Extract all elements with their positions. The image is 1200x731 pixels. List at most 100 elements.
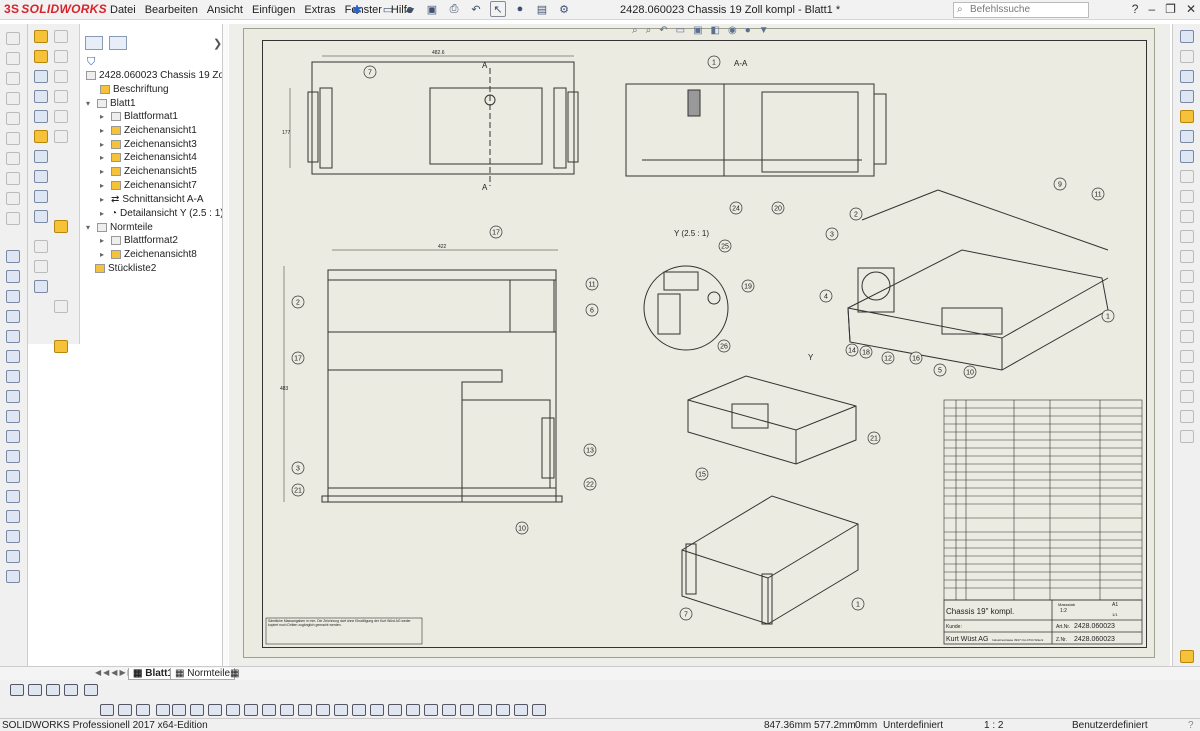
view-icon[interactable] (34, 190, 48, 203)
view-icon[interactable] (54, 220, 68, 233)
note-icon[interactable] (6, 330, 20, 343)
tree-node[interactable]: ▸ Blattformat1 (100, 111, 178, 122)
smart-dimension-icon[interactable] (6, 250, 20, 263)
balloon-icon[interactable] (6, 370, 20, 383)
front-view[interactable] (289, 55, 579, 186)
center-mark-icon[interactable] (6, 550, 20, 563)
view-icon[interactable] (34, 170, 48, 183)
tool-icon[interactable] (6, 32, 20, 45)
view-icon[interactable] (34, 280, 48, 293)
auto-balloon-icon[interactable] (6, 390, 20, 403)
zoom-fit-icon[interactable]: ⌕ (632, 25, 638, 36)
hide-show-icon[interactable]: ◉ (728, 25, 737, 36)
toolbar-tool-icon[interactable] (172, 704, 186, 716)
toolbar-tool-icon[interactable] (496, 704, 510, 716)
sketch-tool-icon[interactable] (1180, 270, 1194, 283)
toolbar-tool-icon[interactable] (28, 684, 42, 696)
toolbar-tool-icon[interactable] (156, 704, 170, 716)
filter-icon[interactable]: ⛉ (87, 56, 95, 69)
tree-node[interactable]: ▸ ◔ Detailansicht Y (2.5 : 1) (100, 208, 224, 219)
spell-check-icon[interactable] (6, 290, 20, 303)
view-icon[interactable] (54, 300, 68, 313)
menu-view[interactable]: Ansicht (207, 4, 243, 16)
save-icon[interactable]: ▣ (424, 1, 440, 17)
pane-splitter[interactable] (222, 24, 228, 684)
undo-icon[interactable]: ↶ (468, 1, 484, 17)
menu-edit[interactable]: Bearbeiten (145, 4, 198, 16)
section-view-a-a[interactable] (625, 83, 887, 177)
menu-insert[interactable]: Einfügen (252, 4, 295, 16)
tree-node[interactable]: ▸ Zeichenansicht7 (100, 180, 197, 191)
sketch-tool-icon[interactable] (1180, 370, 1194, 383)
traffic-light-icon[interactable]: ● (512, 1, 528, 17)
view-icon[interactable] (34, 210, 48, 223)
sketch-tool-icon[interactable] (1180, 410, 1194, 423)
tree-node[interactable]: ▸ Blattformat2 (100, 235, 178, 246)
toolbar-tool-icon[interactable] (136, 704, 150, 716)
feature-manager-tab[interactable] (85, 36, 103, 50)
view-icon[interactable] (34, 110, 48, 123)
sketch-tool-icon[interactable] (1180, 350, 1194, 363)
sketch-tool-icon[interactable] (1180, 390, 1194, 403)
surface-finish-icon[interactable] (6, 410, 20, 423)
print-icon[interactable]: ⎙ (446, 1, 462, 17)
design-library-icon[interactable] (1180, 50, 1194, 63)
view-icon[interactable] (34, 150, 48, 163)
hole-callout-icon[interactable] (6, 450, 20, 463)
command-search-input[interactable]: ⌕ Befehlssuche (953, 2, 1089, 18)
add-sheet-icon[interactable]: ▦ (230, 668, 239, 679)
view-icon[interactable] (34, 90, 48, 103)
view-icon[interactable] (54, 30, 68, 43)
zoom-area-icon[interactable]: ⌕ (646, 25, 652, 36)
tree-node[interactable]: ▸ Zeichenansicht1 (100, 125, 197, 136)
unit-system[interactable]: Benutzerdefiniert (1072, 720, 1148, 731)
view-settings-icon[interactable]: ▼ (759, 25, 769, 36)
sketch-tool-icon[interactable] (1180, 170, 1194, 183)
sketch-tool-icon[interactable] (1180, 430, 1194, 443)
tree-node[interactable]: ▸ Zeichenansicht3 (100, 139, 197, 150)
tree-node[interactable]: ▸ Zeichenansicht4 (100, 152, 197, 163)
view-icon[interactable] (34, 30, 48, 43)
view-orientation-icon[interactable]: ▣ (693, 25, 702, 36)
tool-icon[interactable] (6, 72, 20, 85)
sketch-tool-icon[interactable] (1180, 290, 1194, 303)
isometric-view-rear[interactable] (847, 189, 1109, 371)
tool-icon[interactable] (6, 132, 20, 145)
toolbar-tool-icon[interactable] (352, 704, 366, 716)
view-icon[interactable] (34, 240, 48, 253)
new-document-icon[interactable]: ▭ (380, 1, 396, 17)
datum-feature-icon[interactable] (6, 490, 20, 503)
toolbar-tool-icon[interactable] (10, 684, 24, 696)
toolbar-tool-icon[interactable] (280, 704, 294, 716)
view-icon[interactable] (34, 260, 48, 273)
plan-view[interactable] (283, 249, 563, 503)
toolbar-tool-icon[interactable] (64, 684, 78, 696)
appearances-icon[interactable] (1180, 110, 1194, 123)
toolbar-tool-icon[interactable] (100, 704, 114, 716)
help-icon[interactable]: ? (1188, 720, 1194, 731)
tool-icon[interactable] (6, 212, 20, 225)
close-icon[interactable]: ✕ (1186, 2, 1196, 16)
options-gear-icon[interactable]: ⚙ (556, 1, 572, 17)
view-icon[interactable] (54, 50, 68, 63)
layer-icon[interactable] (1180, 650, 1194, 663)
tree-node[interactable]: ▾ Blatt1 (86, 98, 136, 109)
forum-icon[interactable] (1180, 150, 1194, 163)
view-icon[interactable] (54, 130, 68, 143)
area-hatch-icon[interactable] (6, 530, 20, 543)
previous-view-icon[interactable]: ↶ (659, 25, 667, 36)
toolbar-tool-icon[interactable] (84, 684, 98, 696)
isometric-view-back[interactable] (687, 375, 857, 465)
toolbar-tool-icon[interactable] (244, 704, 258, 716)
minimize-icon[interactable]: – (1148, 2, 1155, 16)
pin-icon[interactable]: ✱ (352, 3, 362, 17)
sketch-tool-icon[interactable] (1180, 310, 1194, 323)
tree-node[interactable]: ▸ Zeichenansicht8 (100, 249, 197, 260)
toolbar-tool-icon[interactable] (478, 704, 492, 716)
bom-table[interactable] (943, 399, 1143, 601)
isometric-view-front[interactable] (681, 495, 859, 625)
model-items-icon[interactable] (6, 270, 20, 283)
toolbar-tool-icon[interactable] (190, 704, 204, 716)
custom-properties-icon[interactable] (1180, 130, 1194, 143)
sketch-tool-icon[interactable] (1180, 230, 1194, 243)
